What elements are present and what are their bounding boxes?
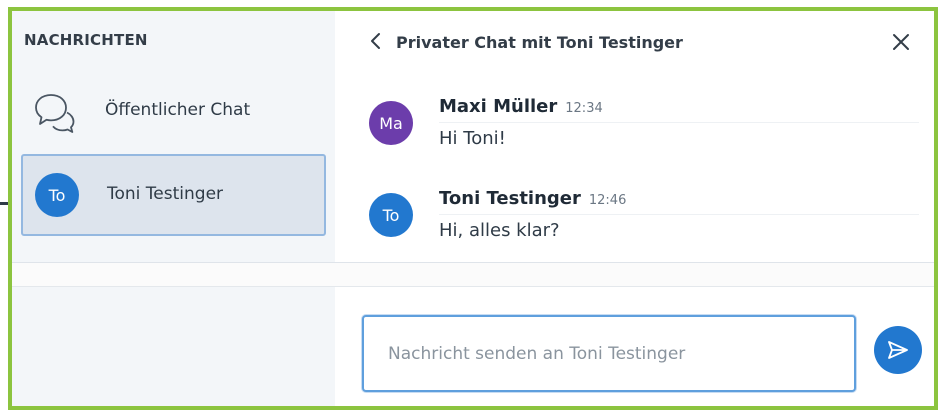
message-input-wrapper [362,315,856,392]
message-item: To Toni Testinger 12:46 Hi, alles klar? [355,183,919,251]
send-button[interactable] [874,326,922,374]
message-author-name: Maxi Müller [439,96,558,117]
avatar: To [35,173,79,217]
divider [12,286,934,287]
close-icon[interactable] [891,32,911,52]
chevron-left-icon[interactable] [369,32,383,50]
avatar: Ma [369,101,413,145]
message-author: Toni Testinger 12:46 [439,188,626,209]
send-icon [888,341,908,359]
message-divider [439,122,919,123]
sidebar-title: NACHRICHTEN [24,31,148,49]
message-time: 12:34 [565,101,603,116]
chat-panel: Privater Chat mit Toni Testinger Ma Maxi… [12,11,934,406]
message-time: 12:46 [588,193,627,208]
sidebar: NACHRICHTEN Öffentlicher Chat To Toni Te… [12,11,335,406]
chat-header: Privater Chat mit Toni Testinger [335,11,934,71]
sidebar-item-toni-testinger[interactable]: To Toni Testinger [21,154,326,236]
message-text: Hi, alles klar? [439,220,560,241]
message-author-name: Toni Testinger [439,188,581,209]
chat-title: Privater Chat mit Toni Testinger [396,33,683,52]
sidebar-item-public-chat[interactable]: Öffentlicher Chat [21,69,326,151]
sidebar-item-label: Öffentlicher Chat [105,100,251,120]
message-author: Maxi Müller 12:34 [439,96,603,117]
message-divider [439,214,919,215]
message-item: Ma Maxi Müller 12:34 Hi Toni! [355,91,919,159]
avatar: To [369,193,413,237]
typing-indicator-area [12,263,934,286]
sidebar-item-label: Toni Testinger [107,184,224,204]
chat-bubbles-icon [35,94,75,133]
chat-window: NACHRICHTEN Öffentlicher Chat To Toni Te… [8,7,938,410]
message-text: Hi Toni! [439,128,506,149]
message-input[interactable] [364,317,854,390]
